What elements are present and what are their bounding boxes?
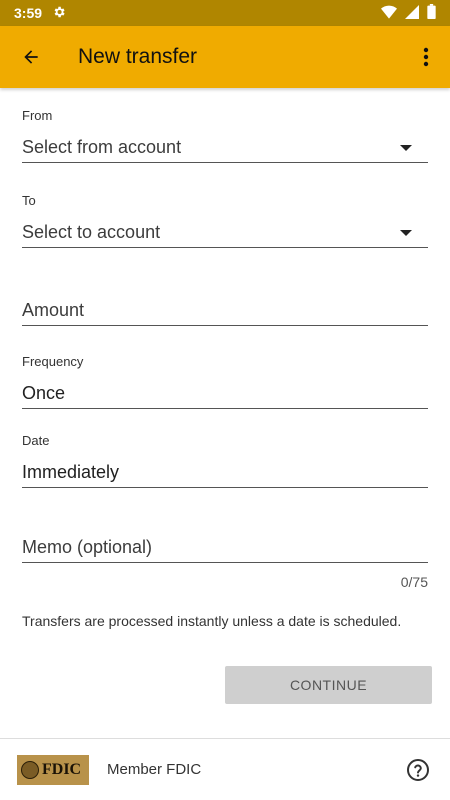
app-bar: New transfer <box>0 26 450 88</box>
more-vertical-icon <box>423 47 429 67</box>
from-account-select[interactable]: Select from account <box>22 133 428 163</box>
from-label: From <box>22 108 53 123</box>
amount-field[interactable]: Amount <box>22 286 428 326</box>
fdic-logo-text: FDIC <box>42 760 82 778</box>
back-button[interactable] <box>16 42 46 72</box>
frequency-select[interactable]: Once <box>22 379 428 409</box>
help-circle-icon <box>407 758 429 781</box>
transfer-notice: Transfers are processed instantly unless… <box>22 613 402 629</box>
memo-character-counter: 0/75 <box>400 574 428 590</box>
frequency-field[interactable]: Frequency Once <box>22 354 428 409</box>
to-label: To <box>22 193 36 208</box>
to-account-placeholder: Select to account <box>22 222 161 242</box>
fdic-logo: FDIC <box>17 754 89 785</box>
more-options-button[interactable] <box>414 42 438 72</box>
status-time: 3:59 <box>14 5 43 21</box>
gear-icon <box>52 5 66 22</box>
to-account-select[interactable]: Select to account <box>22 218 428 248</box>
wifi-icon <box>381 5 397 22</box>
arrow-back-icon <box>24 50 38 64</box>
from-account-placeholder: Select from account <box>22 137 182 157</box>
date-field[interactable]: Date Immediately <box>22 433 428 488</box>
battery-icon <box>427 4 436 22</box>
page-title: New transfer <box>78 45 198 68</box>
date-select[interactable]: Immediately <box>22 458 428 488</box>
signal-icon <box>405 4 419 22</box>
member-fdic-text: Member FDIC <box>107 761 202 778</box>
status-bar: 3:59 <box>0 0 450 26</box>
from-account-field[interactable]: From Select from account <box>22 108 428 163</box>
to-account-field[interactable]: To Select to account <box>22 193 428 248</box>
continue-button[interactable]: CONTINUE <box>225 666 432 704</box>
dropdown-arrow-icon <box>400 229 412 236</box>
memo-placeholder: Memo (optional) <box>22 537 153 557</box>
fdic-seal-icon <box>21 760 39 779</box>
help-button[interactable] <box>406 758 430 782</box>
memo-input[interactable]: Memo (optional) <box>22 533 428 563</box>
amount-placeholder: Amount <box>22 300 85 320</box>
amount-input[interactable]: Amount <box>22 296 428 326</box>
date-label: Date <box>22 433 50 448</box>
dropdown-arrow-icon <box>400 144 412 151</box>
frequency-value: Once <box>22 383 66 403</box>
frequency-label: Frequency <box>22 354 84 369</box>
date-value: Immediately <box>22 462 120 482</box>
memo-field[interactable]: Memo (optional) <box>22 523 428 563</box>
footer: FDIC Member FDIC <box>0 738 450 800</box>
